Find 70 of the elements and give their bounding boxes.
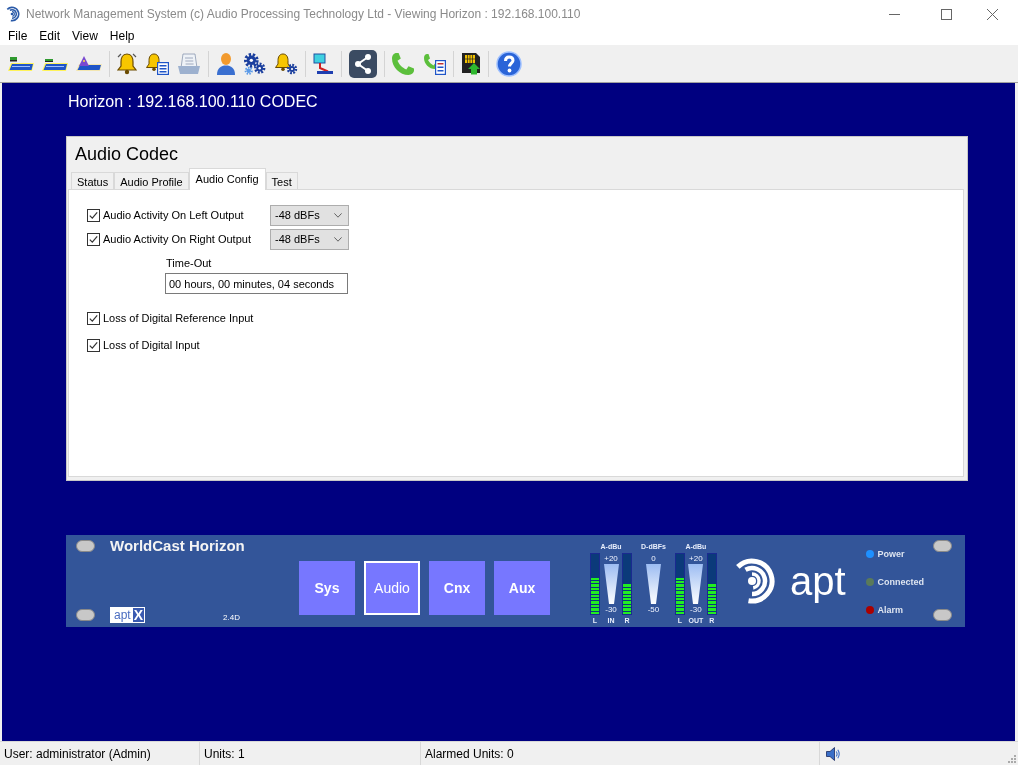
share-icon[interactable] xyxy=(349,49,377,78)
tab[interactable]: Status xyxy=(71,172,115,190)
speaker-icon[interactable] xyxy=(826,746,840,761)
option-label: Audio Activity On Left Output xyxy=(103,209,245,221)
rack-screw-icon xyxy=(76,609,95,621)
led-label: Alarm xyxy=(877,605,903,615)
scale-label: +20 xyxy=(604,553,618,564)
rack-screw-icon xyxy=(76,540,95,552)
scale-label: 0 xyxy=(651,553,656,564)
device-heading: Horizon : 192.168.100.110 CODEC xyxy=(68,92,318,112)
option-label: Loss of Digital Reference Input xyxy=(103,312,254,324)
bell-gear-icon[interactable] xyxy=(274,52,298,75)
status-text: Alarmed Units: 0 xyxy=(425,746,514,761)
gears-icon[interactable] xyxy=(244,52,266,75)
memory-card-upload-icon[interactable] xyxy=(461,52,481,75)
menu-item[interactable]: Edit xyxy=(33,28,67,45)
scale-wedge-icon xyxy=(688,564,704,604)
checkbox[interactable] xyxy=(87,208,100,222)
device-name: WorldCast Horizon xyxy=(110,537,245,555)
scale-label: -30 xyxy=(605,604,617,615)
scale-wedge-icon xyxy=(645,564,661,604)
section-button[interactable]: Aux xyxy=(494,561,550,615)
section-button[interactable]: Sys xyxy=(299,561,355,615)
led-label: Connected xyxy=(877,577,924,587)
chevron-down-icon xyxy=(334,236,342,242)
rack-screw-icon xyxy=(933,540,952,552)
app-logo-icon xyxy=(6,6,20,22)
maximize-icon[interactable] xyxy=(941,8,952,20)
scale-label: -30 xyxy=(690,604,702,615)
bell-list-icon[interactable] xyxy=(145,52,169,75)
firmware-version: 2.4D xyxy=(223,613,240,623)
scale-wedge-icon xyxy=(603,564,619,604)
minimize-icon[interactable] xyxy=(889,13,900,15)
option-label: Audio Activity On Right Output xyxy=(103,233,252,245)
panel-title: Audio Codec xyxy=(75,143,179,165)
checkbox[interactable] xyxy=(87,338,100,352)
field-label: Time-Out xyxy=(166,256,212,270)
timeout-field[interactable]: 00 hours, 00 minutes, 04 seconds xyxy=(165,273,348,294)
resize-grip-icon[interactable] xyxy=(1008,755,1016,763)
bell-icon[interactable] xyxy=(117,52,137,75)
rack-screw-icon xyxy=(933,609,952,621)
phone-list-icon[interactable] xyxy=(422,52,446,75)
menu-item[interactable]: View xyxy=(66,28,104,45)
checkbox[interactable] xyxy=(87,232,100,246)
user-icon[interactable] xyxy=(216,52,236,75)
status-text: Units: 1 xyxy=(204,746,245,761)
rack-device-icon[interactable] xyxy=(8,55,34,72)
tab[interactable]: Audio Profile xyxy=(114,172,189,190)
window-title: Network Management System (c) Audio Processing Technology Ltd - Viewing Horizon : 192.168.100.110 xyxy=(26,7,581,21)
scale-label: +20 xyxy=(689,553,703,564)
status-text: User: administrator (Admin) xyxy=(4,746,151,761)
led-label: Power xyxy=(877,549,905,559)
monitor-link-icon[interactable] xyxy=(313,52,334,75)
menu-item[interactable]: File xyxy=(2,28,34,45)
close-icon[interactable] xyxy=(987,8,998,20)
tab[interactable]: Audio Config xyxy=(188,168,266,190)
help-icon[interactable] xyxy=(496,50,522,77)
codec-logo: apt X xyxy=(110,607,146,623)
checkbox[interactable] xyxy=(87,311,100,325)
threshold-dropdown[interactable]: -48 dBFs xyxy=(270,228,349,250)
chevron-down-icon xyxy=(334,212,342,218)
section-button[interactable]: Cnx xyxy=(429,561,485,615)
scale-label: -50 xyxy=(647,604,660,615)
rack-wizard-icon[interactable] xyxy=(76,55,102,72)
menu-item[interactable]: Help xyxy=(103,28,141,45)
option-label: Loss of Digital Input xyxy=(103,339,200,351)
section-button[interactable]: Audio xyxy=(364,561,420,615)
tab[interactable]: Test xyxy=(265,172,298,190)
threshold-dropdown[interactable]: -48 dBFs xyxy=(270,204,349,226)
brand-logo-text: apt xyxy=(789,559,846,603)
